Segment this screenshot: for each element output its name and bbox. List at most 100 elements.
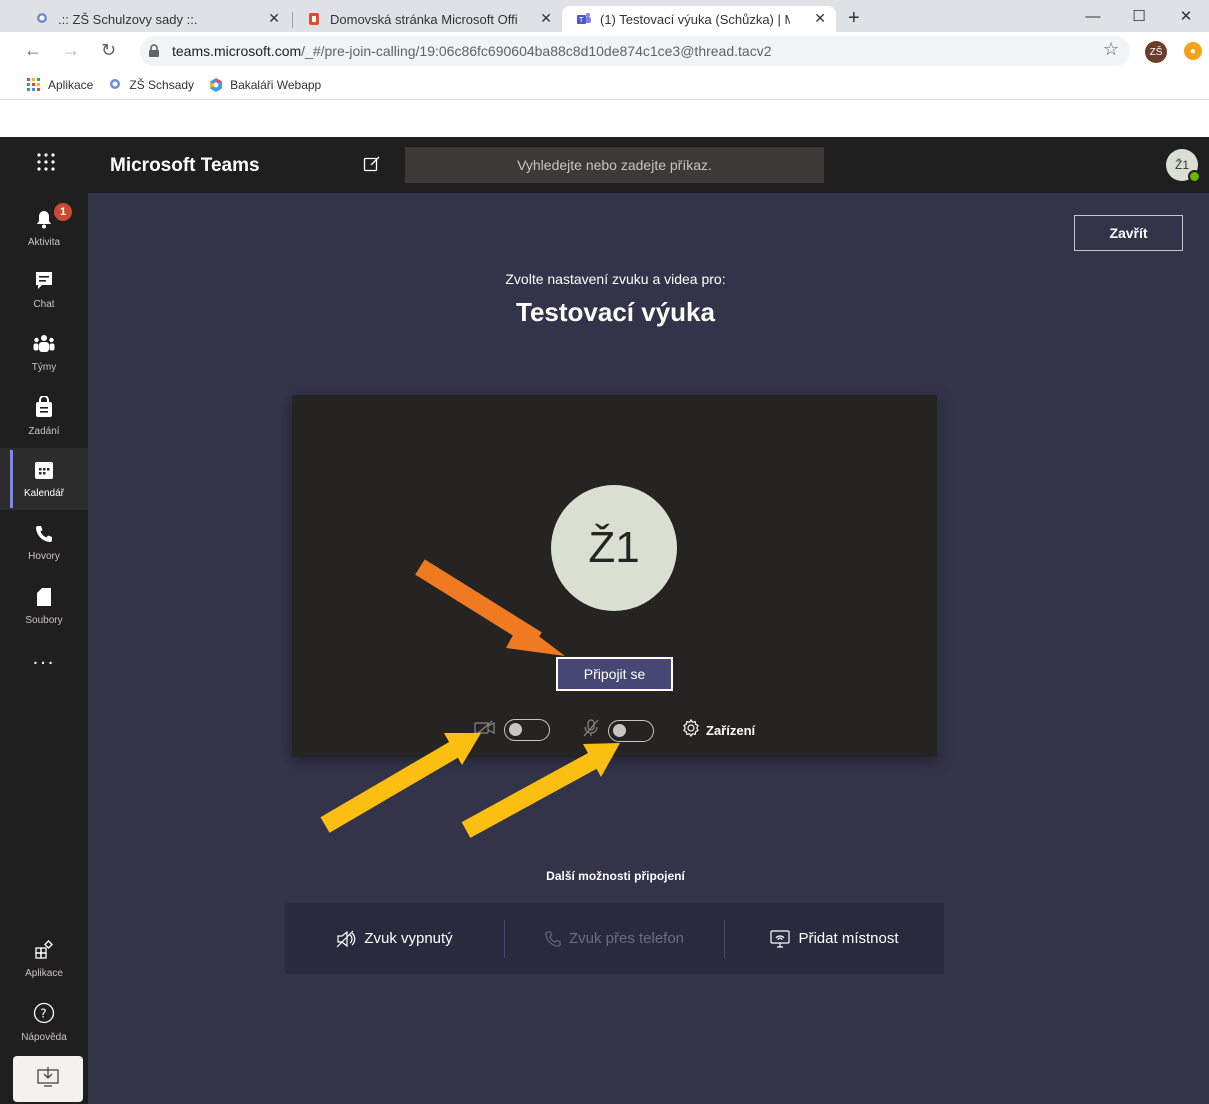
close-tab-icon[interactable]: ✕ <box>540 10 552 27</box>
bookmark-star-icon[interactable]: ☆ <box>1103 39 1119 60</box>
new-chat-icon[interactable] <box>363 155 381 178</box>
forward-icon[interactable]: → <box>62 40 80 61</box>
assignments-icon <box>35 394 53 423</box>
bookmark-label: Bakaláři Webapp <box>230 77 322 92</box>
download-icon <box>37 1066 59 1092</box>
rail-item-help[interactable]: ? Nápověda <box>0 991 88 1053</box>
svg-text:T: T <box>578 16 584 24</box>
new-tab-button[interactable]: + <box>848 7 860 30</box>
chat-icon <box>35 271 53 296</box>
bookmark-school[interactable]: ZŠ Schsady <box>107 77 194 93</box>
school-icon <box>34 11 50 27</box>
mic-off-icon <box>582 719 600 742</box>
bell-icon <box>34 209 54 234</box>
rail-item-assignments[interactable]: Zadání <box>0 385 88 447</box>
search-placeholder: Vyhledejte nebo zadejte příkaz. <box>517 157 712 173</box>
toggle-knob <box>509 723 522 736</box>
gear-icon <box>682 718 700 742</box>
option-label: Zvuk přes telefon <box>568 930 685 947</box>
more-options-title: Další možnosti připojení <box>546 869 685 883</box>
rail-label: Zadání <box>28 425 60 437</box>
more-icon: ... <box>32 646 56 669</box>
join-button[interactable]: Připojit se <box>556 657 673 691</box>
teams-app-bar: 1 Aktivita Chat Týmy Zadání Kalendář Hov… <box>0 193 88 1104</box>
phone-icon <box>545 930 561 947</box>
search-input[interactable]: Vyhledejte nebo zadejte příkaz. <box>405 147 824 183</box>
rail-item-apps[interactable]: Aplikace <box>0 928 88 990</box>
school-icon <box>107 77 123 93</box>
url-path: /_#/pre-join-calling/19:06c86fc690604ba8… <box>301 43 772 59</box>
toggle-knob <box>613 723 626 737</box>
rail-label: Aktivita <box>27 236 61 248</box>
browser-tab-title: Domovská stránka Microsoft Offi <box>330 11 518 27</box>
prejoin-subtitle: Zvolte nastavení zvuku a videa pro: <box>505 271 726 287</box>
bookmark-bakalari[interactable]: Bakaláři Webapp <box>208 77 321 93</box>
devices-label: Zařízení <box>706 723 756 738</box>
rail-label: Týmy <box>31 361 57 373</box>
rail-item-activity[interactable]: 1 Aktivita <box>0 197 88 259</box>
bookmark-apps[interactable]: Aplikace <box>26 77 93 93</box>
rail-label: Soubory <box>25 614 63 626</box>
calendar-icon <box>34 460 54 485</box>
help-icon: ? <box>33 1002 55 1029</box>
close-button[interactable]: Zavřít <box>1074 215 1183 251</box>
mic-control <box>582 719 654 742</box>
address-bar[interactable]: teams.microsoft.com/_#/pre-join-calling/… <box>140 36 1130 66</box>
add-room-option[interactable]: Přidat místnost <box>724 919 944 958</box>
browser-tab-strip: .:: ZŠ Schulzovy sady ::. ✕ Domovská str… <box>0 0 1209 32</box>
browser-tab-office[interactable]: Domovská stránka Microsoft Offi ✕ <box>292 6 562 32</box>
video-preview: Ž1 Připojit se Zařízení <box>292 395 937 757</box>
apps-grid-icon <box>26 77 42 93</box>
audio-off-option[interactable]: Zvuk vypnutý <box>285 920 504 958</box>
rail-item-more[interactable]: ... <box>0 638 88 678</box>
speaker-off-icon <box>336 930 356 948</box>
browser-tab-title: (1) Testovací výuka (Schůzka) | M <box>600 11 790 27</box>
url-text: teams.microsoft.com/_#/pre-join-calling/… <box>172 43 771 59</box>
rail-item-chat[interactable]: Chat <box>0 259 88 321</box>
room-icon <box>770 929 791 948</box>
join-options: Zvuk vypnutý Zvuk přes telefon Přidat mí… <box>285 903 944 974</box>
mic-toggle[interactable] <box>608 719 654 742</box>
rail-item-files[interactable]: Soubory <box>0 575 88 637</box>
notification-badge: 1 <box>54 203 72 221</box>
phone-audio-option[interactable]: Zvuk přes telefon <box>504 919 724 958</box>
browser-toolbar: ← → ↻ teams.microsoft.com/_#/pre-join-ca… <box>0 32 1209 70</box>
rail-label: Aplikace <box>25 967 63 979</box>
teams-icon: T <box>576 11 592 27</box>
close-tab-icon[interactable]: ✕ <box>268 10 280 27</box>
bookmarks-bar: Aplikace ZŠ Schsady Bakaláři Webapp <box>0 70 1209 100</box>
back-icon[interactable]: ← <box>24 40 42 61</box>
rail-item-calls[interactable]: Hovory <box>0 512 88 574</box>
office-icon <box>306 11 322 27</box>
window-close-icon[interactable]: ✕ <box>1163 0 1209 32</box>
reload-icon[interactable]: ↻ <box>101 40 116 61</box>
teams-header: Microsoft Teams Vyhledejte nebo zadejte … <box>0 137 1209 193</box>
presence-badge <box>1188 170 1201 183</box>
rail-label: Kalendář <box>23 487 65 499</box>
extension-icon[interactable]: ● <box>1184 42 1202 60</box>
download-app-button[interactable] <box>13 1056 83 1102</box>
rail-label: Hovory <box>28 550 60 562</box>
rail-item-calendar[interactable]: Kalendář <box>0 448 88 510</box>
camera-toggle[interactable] <box>504 719 550 741</box>
meeting-title: Testovací výuka <box>516 297 715 327</box>
close-tab-icon[interactable]: ✕ <box>814 10 826 27</box>
prejoin-screen: Zavřít Zvolte nastavení zvuku a videa pr… <box>88 193 1209 1104</box>
minimize-icon[interactable]: — <box>1070 0 1116 32</box>
rail-item-teams[interactable]: Týmy <box>0 322 88 384</box>
option-label: Zvuk vypnutý <box>364 930 453 947</box>
bookmark-label: ZŠ Schsady <box>129 77 195 92</box>
phone-icon <box>35 525 53 548</box>
maximize-icon[interactable]: ☐ <box>1116 0 1162 32</box>
avatar-initials: Ž1 <box>588 523 640 572</box>
apps-icon <box>34 939 54 965</box>
profile-avatar[interactable]: ZŠ <box>1145 41 1167 63</box>
app-launcher-icon[interactable] <box>36 152 56 177</box>
teams-icon <box>33 334 55 359</box>
browser-tab-school[interactable]: .:: ZŠ Schulzovy sady ::. ✕ <box>20 6 290 32</box>
camera-control <box>474 719 550 741</box>
browser-tab-teams[interactable]: T (1) Testovací výuka (Schůzka) | M ✕ <box>562 6 836 32</box>
user-avatar[interactable]: Ž1 <box>1166 149 1201 183</box>
camera-off-icon <box>474 720 496 741</box>
devices-button[interactable]: Zařízení <box>682 718 756 742</box>
